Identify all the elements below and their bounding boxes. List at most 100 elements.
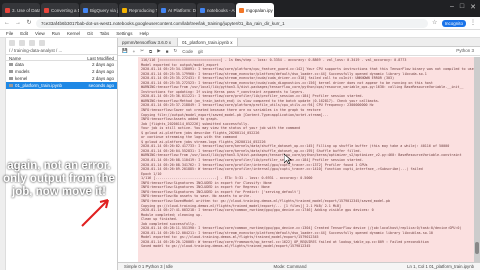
tab-favicon-icon: [161, 7, 166, 13]
scrollbar-thumb[interactable]: [475, 242, 479, 254]
browser-tab[interactable]: mgopalan.ipy: [236, 3, 274, 17]
run-icon[interactable]: ▶: [157, 48, 160, 54]
minimize-icon[interactable]: –: [450, 3, 454, 11]
document-tabs: ppmm/tensorflow 3.6.0 x 01_platform_train…: [118, 38, 480, 47]
stop-icon[interactable]: ■: [166, 49, 169, 54]
cell-output: 116/116 [==============================]…: [138, 57, 480, 270]
file-browser-path[interactable]: / / training-data-analyst / ...: [6, 47, 117, 54]
maximize-icon[interactable]: □: [460, 3, 464, 11]
file-name: data: [15, 62, 24, 67]
modified-column-header[interactable]: Last Modified: [87, 55, 114, 61]
tab-favicon-icon: [44, 7, 49, 13]
cut-icon[interactable]: ✂: [140, 48, 144, 54]
file-name: models: [15, 69, 30, 74]
name-column-header[interactable]: Name: [9, 55, 21, 61]
browser-tab[interactable]: notebooks - AI Platfor: [197, 3, 235, 17]
tab-label: mgopalan.ipy: [246, 7, 273, 13]
window-controls: – □ ✕: [450, 3, 476, 11]
file-list-header: Name Last Modified: [6, 54, 117, 61]
address-bar: ← → ↻ 7ce33af4b6b3017bab-dot-us-west1.no…: [0, 17, 480, 30]
file-row[interactable]: data 2 days ago: [6, 61, 117, 68]
file-name-cell: models: [9, 68, 30, 75]
browser-tab[interactable]: BigQuery via jupyter: [80, 3, 118, 17]
tab-favicon-icon: [239, 7, 244, 13]
file-row[interactable]: models 2 days ago: [6, 68, 117, 75]
kernel-indicator[interactable]: Python 3: [456, 48, 474, 53]
back-icon[interactable]: ←: [3, 19, 11, 27]
tab-label: Converting a Datase: [51, 7, 79, 13]
tab-favicon-icon: [5, 7, 10, 13]
overlay-caption-line: again, not an error.: [7, 160, 111, 172]
jupyter-menu-bar: File Edit View Run Kernel Git Tabs Settings Help: [0, 30, 480, 38]
new-launcher-icon[interactable]: [9, 39, 15, 46]
browser-window: 3. Use of Datasets w Converting a Datase B…: [0, 0, 480, 270]
file-browser-toolbar: [6, 38, 117, 47]
menu-item[interactable]: Kernel: [67, 30, 80, 37]
mouse-cursor-icon: [284, 154, 292, 164]
git-button[interactable]: git: [198, 49, 203, 54]
profile-badge[interactable]: Incognito: [441, 19, 466, 27]
tab-label: notebooks - AI Platfor: [207, 7, 235, 13]
close-icon[interactable]: ✕: [470, 3, 476, 11]
browser-tab[interactable]: 3. Use of Datasets w: [2, 3, 40, 17]
main-area: ppmm/tensorflow 3.6.0 x 01_platform_train…: [118, 38, 480, 270]
copy-icon[interactable]: ⧉: [149, 49, 152, 54]
cell-type-select[interactable]: Code: [182, 49, 193, 54]
status-mode: Mode: Command: [273, 264, 307, 269]
file-row[interactable]: 01_platform_train.ipynb seconds ago: [6, 82, 117, 89]
file-row[interactable]: kernel 2 days ago: [6, 75, 117, 82]
menu-item[interactable]: Git: [87, 30, 93, 37]
menu-item[interactable]: View: [35, 30, 45, 37]
upload-icon[interactable]: [29, 39, 35, 46]
output-line: 2020-01-14 05:25:34.130091: I tensorflow…: [141, 67, 477, 72]
save-icon[interactable]: 💾: [122, 48, 128, 54]
file-list: data 2 days ago models 2 days ago kernel 2 da…: [6, 61, 117, 89]
notebook-icon: [9, 84, 13, 87]
browser-tab[interactable]: Converting a Datase: [41, 3, 79, 17]
file-modified: 2 days ago: [91, 76, 114, 81]
reload-icon[interactable]: ↻: [25, 19, 33, 27]
status-left: Simple 0 1 Python 3 | Idle: [124, 264, 173, 269]
new-folder-icon[interactable]: [19, 39, 25, 46]
output-line: Saved model to gs://cloud-training-demos…: [141, 244, 311, 249]
tab-favicon-icon: [122, 7, 127, 13]
file-name: kernel: [15, 76, 28, 81]
file-modified: 2 days ago: [91, 62, 114, 67]
tab-label: Reproducing TensorF: [129, 7, 157, 13]
refresh-icon[interactable]: [39, 39, 45, 46]
menu-item[interactable]: Run: [52, 30, 60, 37]
menu-item[interactable]: Settings: [116, 30, 132, 37]
browser-tab[interactable]: AI Platform: Deep lea: [158, 3, 196, 17]
star-icon[interactable]: ☆: [431, 19, 439, 27]
menu-item[interactable]: File: [6, 30, 13, 37]
document-tab[interactable]: ppmm/tensorflow 3.6.0 x: [118, 38, 178, 46]
scrollbar[interactable]: [474, 57, 480, 262]
document-tab[interactable]: 01_platform_train.ipynb x: [178, 38, 238, 46]
file-name-cell: kernel: [9, 75, 27, 82]
tab-label: AI Platform: Deep lea: [168, 7, 196, 13]
restart-icon[interactable]: ↻: [173, 48, 177, 54]
browser-tab[interactable]: Reproducing TensorF: [119, 3, 157, 17]
menu-item[interactable]: Tabs: [100, 30, 110, 37]
file-name-cell: data: [9, 61, 24, 68]
file-name-cell: 01_platform_train.ipynb: [9, 82, 62, 89]
url-field[interactable]: 7ce33af4b6b3017bab-dot-us-west1.notebook…: [36, 18, 428, 28]
tab-label: BigQuery via jupyter: [90, 7, 118, 13]
menu-icon[interactable]: ⋮: [469, 19, 477, 27]
status-right: Ln 1, Col 1 01_platform_train.ipynb: [407, 264, 474, 269]
file-modified: seconds ago: [88, 83, 114, 88]
add-cell-icon[interactable]: +: [133, 49, 136, 54]
forward-icon[interactable]: →: [14, 19, 22, 27]
menu-item[interactable]: Edit: [20, 30, 28, 37]
folder-icon: [9, 70, 13, 73]
notebook-toolbar: 💾 + ✂ ⧉ ▶ ■ ↻ Code git: [118, 47, 480, 56]
file-modified: 2 days ago: [91, 69, 114, 74]
overlay-caption-line: only output from the: [3, 173, 115, 185]
tab-favicon-icon: [200, 7, 205, 13]
file-browser: / / training-data-analyst / ... Name Las…: [6, 38, 118, 270]
folder-icon: [9, 77, 13, 80]
tab-favicon-icon: [83, 7, 88, 13]
menu-item[interactable]: Help: [140, 30, 149, 37]
arrow-annotation-icon: [81, 199, 109, 227]
tab-label: 3. Use of Datasets w: [12, 7, 40, 13]
